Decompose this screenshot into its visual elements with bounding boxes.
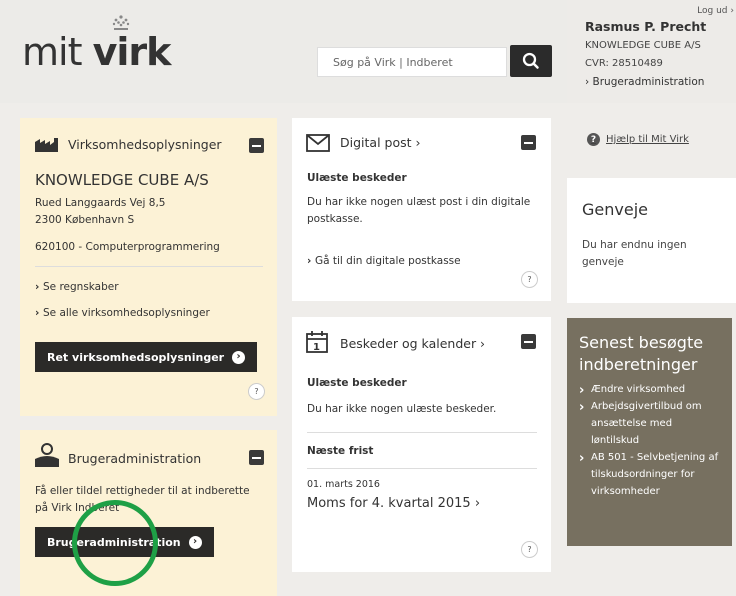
user-panel: Log ud › Rasmus P. Precht KNOWLEDGE CUBE… [567,0,736,103]
recent-report-item[interactable]: AB 501 - Selvbetjening af tilskudsordnin… [579,448,720,500]
arrow-right-icon: › [188,535,202,549]
edit-company-info-button[interactable]: Ret virksomhedsoplysninger › [35,342,258,372]
accounts-link[interactable]: Se regnskaber [35,281,119,293]
shortcuts-text: Du har endnu ingen genveje [582,239,687,268]
highlight-circle [72,500,158,586]
shortcuts-title: Genveje [582,200,648,219]
help-button[interactable]: ? [521,541,538,558]
user-cvr: CVR: 28510489 [585,58,663,69]
user-admin-icon [35,443,59,467]
digital-post-card: Digital post › Ulæste beskeder Du har ik… [292,118,551,301]
recent-reports-title: Senest besøgte indberetninger [579,333,704,374]
admin-card-text: Få eller tildel rettigheder til at indbe… [35,485,250,514]
recent-report-item[interactable]: Arbejdsgivertilbud om ansættelse med løn… [579,397,720,449]
help-button[interactable]: ? [248,383,265,400]
messages-text: Du har ikke nogen ulæste beskeder. [307,403,497,415]
header: mit virk Søg på Virk | Indberet [0,0,567,103]
arrow-right-icon: › [232,350,246,364]
logout-link[interactable]: Log ud › [697,6,734,16]
calendar-icon: 1 [306,331,328,353]
unread-messages-heading: Ulæste beskeder [307,377,407,389]
user-admin-card: Brugeradministration Få eller tildel ret… [20,430,277,596]
help-link-label: Hjælp til Mit Virk [606,134,689,145]
digital-post-title[interactable]: Digital post › [340,135,420,150]
unread-messages-heading: Ulæste beskeder [307,172,407,184]
search-icon [522,52,539,69]
user-company: KNOWLEDGE CUBE A/S [585,40,701,51]
collapse-button[interactable] [521,334,536,349]
search-input[interactable]: Søg på Virk | Indberet [317,47,507,77]
company-address-line1: Rued Langgaards Vej 8,5 [35,197,166,209]
deadline-date: 01. marts 2016 [307,479,380,490]
collapse-button[interactable] [521,135,536,150]
messages-calendar-title[interactable]: Beskeder og kalender › [340,336,485,351]
shortcuts-panel: Genveje Du har endnu ingen genveje [567,178,736,303]
search-button[interactable] [510,45,552,77]
user-name: Rasmus P. Precht [585,19,707,34]
help-link[interactable]: ? Hjælp til Mit Virk [587,133,689,146]
deadline-link[interactable]: Moms for 4. kvartal 2015 › [307,494,480,515]
company-card-title: Virksomhedsoplysninger [68,137,222,152]
envelope-icon [306,134,330,152]
right-sidebar: Log ud › Rasmus P. Precht KNOWLEDGE CUBE… [567,0,736,596]
company-address-line2: 2300 København S [35,214,135,226]
divider [307,468,537,469]
help-button[interactable]: ? [521,271,538,288]
factory-icon [35,138,58,152]
all-company-info-link[interactable]: Se alle virksomhedsoplysninger [35,307,210,319]
logo[interactable]: mit virk [22,30,171,74]
go-to-mailbox-link[interactable]: Gå til din digitale postkasse [307,255,461,267]
collapse-button[interactable] [249,138,264,153]
company-name: KNOWLEDGE CUBE A/S [35,171,209,189]
company-industry: 620100 - Computerprogrammering [35,241,220,253]
admin-card-title: Brugeradministration [68,451,202,466]
divider [307,432,537,433]
collapse-button[interactable] [249,450,264,465]
digital-post-text: Du har ikke nogen ulæst post i din digit… [307,196,531,225]
recent-report-item[interactable]: Ændre virksomhed [579,380,720,402]
user-admin-link[interactable]: › Brugeradministration [585,76,704,88]
next-deadline-label: Næste frist [307,445,374,457]
messages-calendar-card: 1 Beskeder og kalender › Ulæste beskeder… [292,317,551,572]
recent-reports-panel: Senest besøgte indberetninger Ændre virk… [567,318,732,546]
help-icon: ? [587,133,600,146]
divider [35,266,263,267]
svg-text:1: 1 [313,342,320,353]
company-info-card: Virksomhedsoplysninger KNOWLEDGE CUBE A/… [20,118,277,416]
